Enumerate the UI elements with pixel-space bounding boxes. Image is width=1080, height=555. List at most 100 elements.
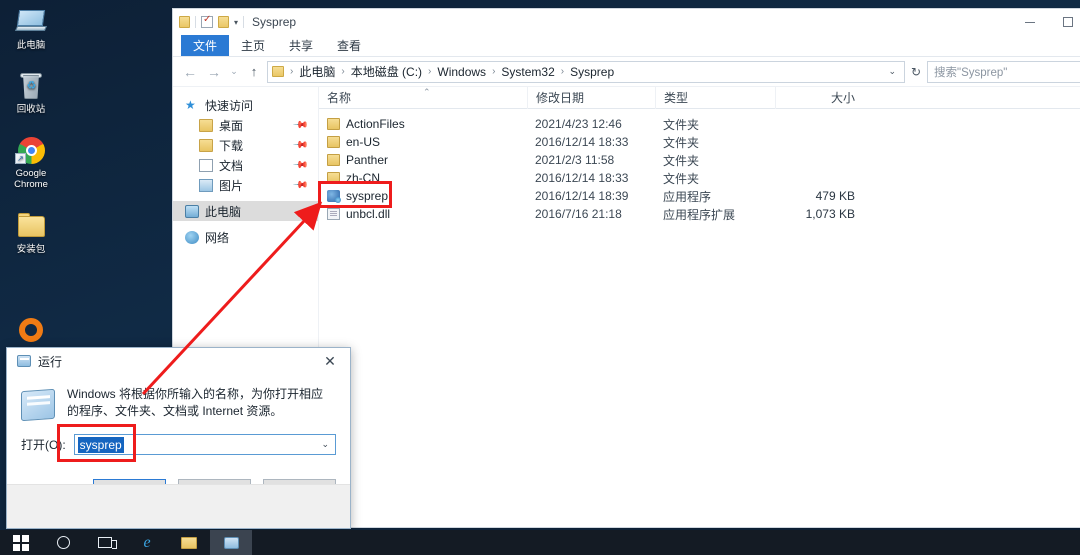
breadcrumb-item-windows[interactable]: Windows — [437, 65, 486, 79]
desktop-icon-label: Google Chrome — [14, 168, 48, 190]
table-row[interactable]: unbcl.dll 2016/7/16 21:18 应用程序扩展 1,073 K… — [319, 205, 1080, 223]
address-bar[interactable]: › 此电脑 › 本地磁盘 (C:) › Windows › System32 ›… — [267, 60, 905, 83]
column-label: 修改日期 — [536, 91, 585, 105]
sidebar-item-label: 桌面 — [219, 118, 244, 133]
dll-icon — [327, 208, 340, 220]
maximize-icon — [1063, 17, 1073, 27]
breadcrumb-separator: › — [290, 66, 294, 77]
documents-icon — [199, 158, 213, 172]
forward-button[interactable]: → — [203, 61, 225, 83]
back-button[interactable]: ← — [179, 61, 201, 83]
refresh-icon: ↻ — [910, 64, 922, 79]
sidebar-item-network[interactable]: 网络 — [173, 227, 318, 247]
table-row-sysprep[interactable]: sysprep 2016/12/14 18:39 应用程序 479 KB — [319, 187, 1080, 205]
sidebar-item-pictures[interactable]: 图片 📌 — [173, 175, 318, 195]
internet-explorer-button[interactable]: e — [126, 530, 168, 555]
internet-explorer-icon: e — [143, 533, 151, 551]
refresh-button[interactable]: ↻ — [907, 65, 925, 79]
column-header-type[interactable]: 类型 — [655, 86, 775, 109]
folder-icon[interactable] — [179, 16, 190, 28]
breadcrumb-separator: › — [492, 66, 496, 77]
recycle-bin-icon: ♻ — [15, 72, 47, 102]
desktop-icon-recycle-bin[interactable]: ♻ 回收站 — [0, 72, 62, 115]
forward-arrow-icon: → — [207, 63, 221, 80]
sidebar-item-this-pc[interactable]: 此电脑 — [173, 201, 318, 221]
pin-icon[interactable]: 📌 — [291, 177, 308, 194]
sort-indicator-icon: ⌃ — [423, 87, 431, 97]
tab-label: 查看 — [337, 39, 362, 53]
sidebar-item-quick-access[interactable]: ★ 快速访问 — [173, 95, 318, 115]
desktop-icon-install-package[interactable]: 安装包 — [0, 212, 62, 255]
breadcrumb-item-system32[interactable]: System32 — [501, 65, 554, 79]
taskbar: e — [0, 530, 1080, 555]
table-row[interactable]: en-US 2016/12/14 18:33 文件夹 — [319, 133, 1080, 151]
sidebar-item-documents[interactable]: 文档 📌 — [173, 155, 318, 175]
desktop-folder-icon — [199, 118, 213, 132]
table-row[interactable]: zh-CN 2016/12/14 18:33 文件夹 — [319, 169, 1080, 187]
customize-qat-caret-icon[interactable]: ▾ — [234, 18, 238, 27]
desktop-icon-orange-app[interactable] — [0, 316, 62, 348]
table-row[interactable]: Panther 2021/2/3 11:58 文件夹 — [319, 151, 1080, 169]
address-dropdown-caret-icon[interactable]: ⌄ — [884, 66, 900, 77]
divider — [243, 16, 245, 28]
properties-checkbox-icon[interactable] — [201, 14, 213, 28]
run-dialog-taskbar-button[interactable] — [210, 530, 252, 555]
sidebar-item-label: 文档 — [219, 158, 244, 173]
address-bar-row: ← → ⌄ ↑ › 此电脑 › 本地磁盘 (C:) › Windows › Sy… — [173, 57, 1080, 87]
tab-view[interactable]: 查看 — [325, 35, 373, 56]
cell-size: 1,073 KB — [805, 207, 855, 221]
breadcrumb-item-this-pc[interactable]: 此电脑 — [299, 63, 335, 80]
quick-access-toolbar: ▾ — [179, 14, 245, 28]
this-pc-icon — [185, 204, 199, 218]
desktop-icon-this-pc[interactable]: 此电脑 — [0, 8, 62, 51]
column-header-size[interactable]: 大小 — [775, 86, 865, 109]
run-large-icon — [21, 388, 55, 422]
new-folder-icon[interactable] — [218, 16, 229, 28]
up-button[interactable]: ↑ — [243, 61, 265, 83]
run-dialog-title-bar: 运行 ✕ — [7, 348, 350, 374]
file-explorer-button[interactable] — [168, 530, 210, 555]
sidebar-item-label: 图片 — [219, 178, 244, 193]
file-name: en-US — [346, 135, 381, 149]
task-view-button[interactable] — [84, 530, 126, 555]
breadcrumb-item-local-disk[interactable]: 本地磁盘 (C:) — [351, 63, 422, 80]
close-button[interactable]: ✕ — [310, 348, 350, 374]
table-row[interactable]: ActionFiles 2021/4/23 12:46 文件夹 — [319, 115, 1080, 133]
sidebar-item-desktop[interactable]: 桌面 📌 — [173, 115, 318, 135]
cell-type: 应用程序 — [663, 189, 712, 204]
desktop-icon-google-chrome[interactable]: ↗ Google Chrome — [0, 136, 62, 190]
folder-icon — [15, 212, 47, 242]
sidebar-item-label: 快速访问 — [205, 98, 254, 113]
minimize-button[interactable] — [1011, 9, 1049, 35]
sidebar-item-downloads[interactable]: 下载 📌 — [173, 135, 318, 155]
chevron-down-icon[interactable]: ⌄ — [321, 439, 329, 450]
recent-locations-button[interactable]: ⌄ — [227, 61, 241, 83]
pin-icon[interactable]: 📌 — [291, 117, 308, 134]
cell-date: 2021/4/23 12:46 — [535, 117, 622, 131]
tab-file[interactable]: 文件 — [181, 35, 230, 56]
tab-home[interactable]: 主页 — [229, 35, 277, 56]
cell-date: 2016/12/14 18:33 — [535, 171, 629, 185]
tab-label: 文件 — [193, 39, 218, 53]
column-header-date[interactable]: 修改日期 — [527, 86, 655, 109]
file-name: Panther — [346, 153, 389, 167]
cell-name: ActionFiles — [319, 115, 527, 133]
start-button[interactable] — [0, 530, 42, 555]
explorer-title-text: Sysprep — [252, 15, 297, 29]
breadcrumb-item-sysprep[interactable]: Sysprep — [570, 65, 614, 79]
pin-icon[interactable]: 📌 — [291, 157, 308, 174]
cell-date: 2016/12/14 18:33 — [535, 135, 629, 149]
explorer-window-title: Sysprep — [252, 15, 296, 29]
tab-share[interactable]: 共享 — [277, 35, 325, 56]
pin-icon[interactable]: 📌 — [291, 137, 308, 154]
desktop-icon-label: 回收站 — [16, 104, 46, 115]
breadcrumb-separator: › — [560, 66, 565, 77]
search-button[interactable] — [42, 530, 84, 555]
this-pc-icon — [14, 8, 48, 38]
search-input[interactable]: 搜索"Sysprep" — [927, 60, 1080, 83]
column-label: 大小 — [830, 91, 855, 105]
cell-date: 2021/2/3 11:58 — [535, 153, 615, 167]
google-chrome-icon: ↗ — [15, 136, 47, 166]
folder-icon — [327, 136, 340, 148]
maximize-button[interactable] — [1049, 9, 1080, 35]
